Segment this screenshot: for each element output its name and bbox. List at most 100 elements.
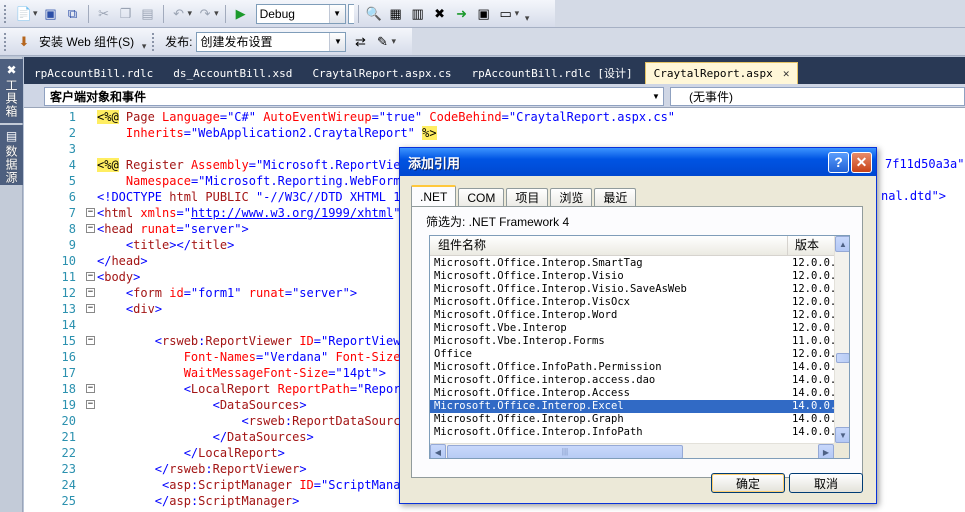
code-line[interactable]: 2 Inherits="WebApplication2.CraytalRepor…: [24, 125, 965, 141]
install-web-components-button[interactable]: 安装 Web 组件(S): [35, 33, 138, 50]
component-list[interactable]: 组件名称 版本 Microsoft.Office.Interop.SmartTa…: [429, 235, 850, 459]
scroll-down-icon[interactable]: ▼: [835, 427, 849, 443]
find-icon[interactable]: 🔍: [364, 4, 384, 24]
install-web-components-icon[interactable]: ⬇: [14, 32, 34, 52]
datasource-dock-tab[interactable]: ▤ 数据源: [0, 125, 23, 185]
column-header-version[interactable]: 版本: [789, 236, 834, 255]
chevron-down-icon[interactable]: ▼: [328, 4, 345, 23]
chevron-down-icon[interactable]: ▼: [649, 92, 663, 101]
fold-toggle-icon[interactable]: −: [86, 336, 95, 345]
chevron-down-icon[interactable]: ▾: [33, 8, 38, 19]
list-item[interactable]: Microsoft.Office.Interop.Excel 14.0.0.: [430, 400, 834, 413]
list-item[interactable]: Microsoft.Vbe.Interop 12.0.0.: [430, 322, 834, 335]
vertical-scroll-thumb[interactable]: [836, 353, 849, 363]
chevron-down-icon[interactable]: ▾: [515, 8, 520, 19]
toolbar-grip[interactable]: [4, 32, 10, 51]
list-item[interactable]: Microsoft.Office.Interop.Visio 12.0.0.: [430, 270, 834, 283]
start-page-icon[interactable]: ▣: [474, 4, 494, 24]
horizontal-scrollbar[interactable]: ◀ ||| ▶: [430, 443, 834, 458]
chevron-down-icon[interactable]: ▾: [214, 8, 219, 19]
code-token: <: [97, 302, 134, 316]
tab-craytalreport-aspx[interactable]: CraytalReport.aspx ✕: [644, 62, 799, 84]
list-item[interactable]: Microsoft.Office.Interop.Word 12.0.0.: [430, 309, 834, 322]
toolbar-overflow-icon[interactable]: ▾: [140, 32, 148, 52]
list-item[interactable]: Microsoft.Office.Interop.VisOcx 12.0.0.: [430, 296, 834, 309]
line-number: 11: [61, 270, 76, 284]
tab-ds-accountbill-xsd[interactable]: ds_AccountBill.xsd: [165, 62, 300, 84]
solution-config-combo[interactable]: Debug ▼: [255, 3, 346, 24]
chevron-down-icon[interactable]: ▾: [188, 8, 193, 19]
list-item[interactable]: Microsoft.Office.Interop.InfoPath 14.0.0.: [430, 426, 834, 439]
toolbox-icon[interactable]: ✖: [430, 4, 450, 24]
cut-icon[interactable]: ✂: [94, 4, 114, 24]
list-item[interactable]: Microsoft.Vbe.Interop.Forms 11.0.0.: [430, 335, 834, 348]
list-item[interactable]: Microsoft.Office.Interop.Visio.SaveAsWeb…: [430, 283, 834, 296]
cancel-button[interactable]: 取消: [789, 473, 863, 493]
fold-toggle-icon[interactable]: −: [86, 224, 95, 233]
toolbar-overflow-icon[interactable]: ▾: [523, 4, 531, 24]
chevron-down-icon[interactable]: ▼: [329, 32, 346, 51]
code-token: DataSources: [219, 398, 300, 412]
list-item[interactable]: Office 12.0.0.: [430, 348, 834, 361]
chevron-down-icon[interactable]: ▾: [391, 36, 396, 47]
fold-toggle-icon[interactable]: −: [86, 400, 95, 409]
fold-toggle-icon[interactable]: −: [86, 384, 95, 393]
code-line[interactable]: 1 <%@ Page Language="C#" AutoEventWireup=…: [24, 109, 965, 125]
code-token: Assembly: [190, 158, 249, 172]
properties-icon[interactable]: ▥: [408, 4, 428, 24]
edit-publish-icon[interactable]: ✎: [372, 32, 392, 52]
toolbox-dock-tab[interactable]: ✖ 工具箱: [0, 59, 23, 123]
code-text: <form id="form1" runat="server">: [97, 285, 357, 301]
list-item[interactable]: Microsoft.Office.interop.access.dao 14.0.…: [430, 374, 834, 387]
line-number: 8: [68, 222, 76, 236]
horizontal-scroll-thumb[interactable]: |||: [447, 445, 683, 458]
object-browser-icon[interactable]: ➜: [452, 4, 472, 24]
list-item[interactable]: Microsoft.Office.Interop.Access 14.0.0.: [430, 387, 834, 400]
extension-icon[interactable]: ▭: [496, 4, 516, 24]
event-combo[interactable]: (无事件): [670, 87, 965, 106]
toolbar-grip[interactable]: [4, 4, 10, 23]
tab-dotnet[interactable]: .NET: [411, 185, 457, 206]
code-token: >: [299, 398, 307, 412]
toolbar-grip[interactable]: [152, 32, 158, 51]
close-button[interactable]: ✕: [851, 151, 872, 173]
component-version: 14.0.0.: [792, 426, 834, 438]
save-icon[interactable]: ▣: [41, 4, 61, 24]
tab-rpaccountbill-rdlc-design[interactable]: rpAccountBill.rdlc [设计]: [464, 62, 641, 84]
tab-craytalreport-aspx-cs[interactable]: CraytalReport.aspx.cs: [304, 62, 459, 84]
scroll-up-icon[interactable]: ▲: [835, 236, 849, 252]
tab-projects[interactable]: 项目: [506, 188, 549, 206]
paste-icon[interactable]: ▤: [138, 4, 158, 24]
dialog-title-bar[interactable]: 添加引用 ? ✕: [400, 148, 876, 176]
copy-icon[interactable]: ❐: [116, 4, 136, 24]
object-combo[interactable]: 客户端对象和事件 ▼: [44, 87, 664, 106]
scroll-right-icon[interactable]: ▶: [818, 444, 834, 458]
publish-web-icon[interactable]: ⇄: [350, 32, 370, 52]
list-item[interactable]: Microsoft.Office.Interop.Graph 14.0.0.: [430, 413, 834, 426]
list-item[interactable]: Microsoft.Office.InfoPath.Permission 14.0…: [430, 361, 834, 374]
fold-toggle-icon[interactable]: −: [86, 304, 95, 313]
tab-rpaccountbill-rdlc[interactable]: rpAccountBill.rdlc: [26, 62, 161, 84]
vertical-scrollbar[interactable]: ▲ ▼: [834, 236, 849, 443]
start-debugging-icon[interactable]: ▶: [231, 4, 251, 24]
new-project-icon[interactable]: 📄: [14, 4, 34, 24]
scroll-left-icon[interactable]: ◀: [430, 444, 446, 458]
undo-icon[interactable]: ↶: [169, 4, 189, 24]
fold-toggle-icon[interactable]: −: [86, 208, 95, 217]
column-header-name[interactable]: 组件名称: [430, 236, 788, 255]
fold-toggle-icon[interactable]: −: [86, 272, 95, 281]
code-token: rsweb: [248, 414, 285, 428]
tab-browse[interactable]: 浏览: [550, 188, 593, 206]
tab-recent[interactable]: 最近: [594, 188, 637, 206]
close-icon[interactable]: ✕: [783, 67, 790, 80]
publish-profile-combo[interactable]: 创建发布设置 ▼: [196, 31, 347, 52]
solution-explorer-icon[interactable]: ▦: [386, 4, 406, 24]
help-button[interactable]: ?: [828, 151, 849, 173]
platform-combo[interactable]: [347, 3, 354, 24]
fold-toggle-icon[interactable]: −: [86, 288, 95, 297]
list-item[interactable]: Microsoft.Office.Interop.SmartTag 12.0.0.: [430, 257, 834, 270]
ok-button[interactable]: 确定: [711, 473, 785, 493]
redo-icon[interactable]: ↷: [195, 4, 215, 24]
save-all-icon[interactable]: ⧉: [63, 4, 83, 24]
tab-com[interactable]: COM: [458, 188, 505, 206]
